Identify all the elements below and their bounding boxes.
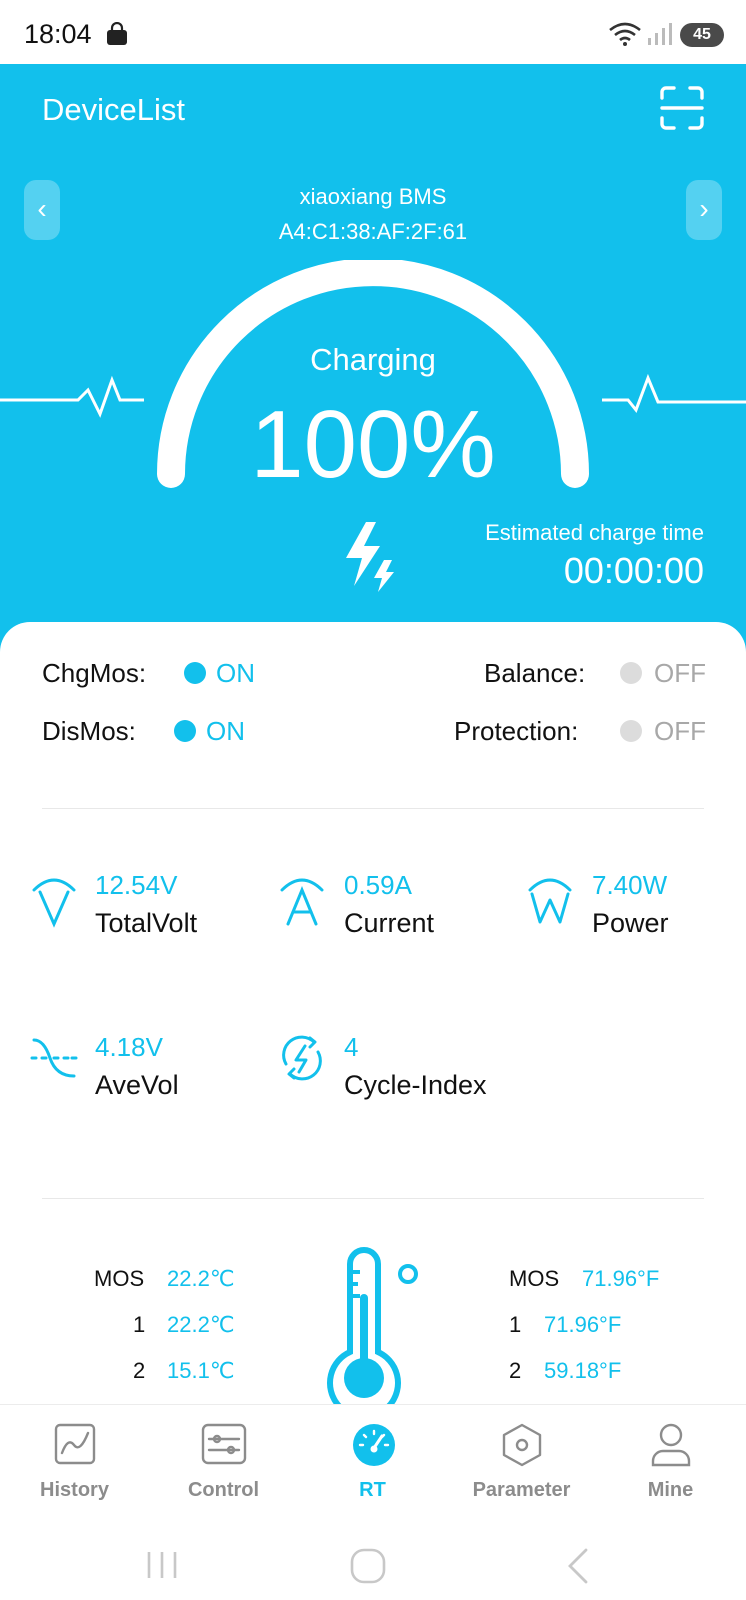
person-icon	[650, 1423, 692, 1472]
realtime-card: ChgMos: ON Balance: OFF DisMos: ON Prote…	[0, 622, 746, 1420]
temp-fahrenheit-value: 71.96°F	[544, 1312, 622, 1337]
temp-label: MOS	[509, 1266, 560, 1291]
device-name: xiaoxiang BMS	[299, 184, 447, 209]
tab-mine[interactable]: Mine	[596, 1405, 745, 1515]
status-time: 18:04	[24, 19, 92, 49]
scan-icon[interactable]	[658, 84, 706, 132]
recent-apps-icon[interactable]	[146, 1550, 178, 1585]
system-nav-bar	[0, 1514, 746, 1600]
current-label: Current	[344, 908, 435, 938]
chgmos-label: ChgMos:	[42, 658, 147, 688]
charge-state: Charging	[310, 342, 436, 377]
temp-fahrenheit-value: 71.96°F	[582, 1266, 660, 1291]
status-bar: 18:04 45	[0, 0, 746, 64]
balance-value: OFF	[654, 658, 706, 688]
power-label: Power	[592, 908, 669, 938]
estimated-time-value: 00:00:00	[563, 550, 704, 591]
power-value: 7.40W	[592, 870, 668, 900]
tab-label: Parameter	[472, 1479, 571, 1501]
tab-label: RT	[359, 1479, 386, 1501]
back-icon[interactable]	[566, 1548, 590, 1589]
shopping-bag-icon	[106, 21, 128, 51]
tab-label: Mine	[647, 1479, 694, 1501]
tab-label: Control	[187, 1479, 260, 1501]
wifi-icon	[608, 22, 642, 51]
signal-icon	[646, 22, 674, 51]
temp-label: 1	[133, 1312, 146, 1337]
cycle-icon	[278, 1034, 326, 1087]
protection-label: Protection:	[454, 716, 579, 746]
temp-label: MOS	[94, 1266, 145, 1291]
dismos-value: ON	[206, 716, 245, 746]
estimated-time-label: Estimated charge time	[485, 520, 704, 545]
battery-level: 45	[680, 23, 724, 47]
dismos-label: DisMos:	[42, 716, 136, 746]
balance-status-dot	[620, 662, 642, 684]
hexagon-nut-icon	[501, 1423, 543, 1472]
tab-history[interactable]: History	[0, 1405, 149, 1515]
thermometer-icon	[324, 1242, 424, 1420]
balance-label: Balance:	[484, 658, 586, 688]
charging-bolt-icon	[344, 522, 402, 597]
divider	[42, 808, 704, 809]
ave-vol-label: AveVol	[95, 1070, 179, 1100]
temp-celsius-value: 22.2℃	[167, 1266, 235, 1291]
dismos-status-dot	[174, 720, 196, 742]
device-list-title[interactable]: DeviceList	[42, 92, 185, 128]
device-mac: A4:C1:38:AF:2F:61	[278, 219, 468, 244]
current-value: 0.59A	[344, 870, 412, 900]
chgmos-value: ON	[216, 658, 255, 688]
tab-control[interactable]: Control	[149, 1405, 298, 1515]
temp-fahrenheit-value: 59.18°F	[544, 1358, 622, 1383]
temp-label: 2	[509, 1358, 522, 1383]
control-sliders-icon	[201, 1423, 247, 1470]
temp-label: 1	[509, 1312, 522, 1337]
power-icon	[526, 872, 574, 933]
tab-parameter[interactable]: Parameter	[447, 1405, 596, 1515]
home-icon[interactable]	[350, 1548, 386, 1589]
temp-celsius-value: 15.1℃	[167, 1358, 235, 1383]
chgmos-status-dot	[184, 662, 206, 684]
protection-value: OFF	[654, 716, 706, 746]
bottom-nav: History Control RT Parameter Mine	[0, 1404, 746, 1514]
device-header: DeviceList ‹ › xiaoxiang BMS A4:C1:38:AF…	[0, 64, 746, 664]
cycle-index-label: Cycle-Index	[344, 1070, 487, 1100]
total-volt-value: 12.54V	[95, 870, 178, 900]
charge-percent: 100%	[250, 391, 496, 498]
cycle-index-value: 4	[344, 1032, 359, 1062]
average-voltage-icon	[30, 1034, 78, 1087]
history-chart-icon	[54, 1423, 96, 1470]
ave-vol-value: 4.18V	[95, 1032, 163, 1062]
temp-celsius-value: 22.2℃	[167, 1312, 235, 1337]
divider	[42, 1198, 704, 1199]
tab-label: History	[40, 1479, 109, 1501]
gauge-icon	[352, 1423, 396, 1472]
current-icon	[278, 872, 326, 933]
total-volt-label: TotalVolt	[95, 908, 198, 938]
voltage-icon	[30, 872, 78, 933]
protection-status-dot	[620, 720, 642, 742]
tab-rt[interactable]: RT	[298, 1405, 447, 1515]
temp-label: 2	[133, 1358, 146, 1383]
